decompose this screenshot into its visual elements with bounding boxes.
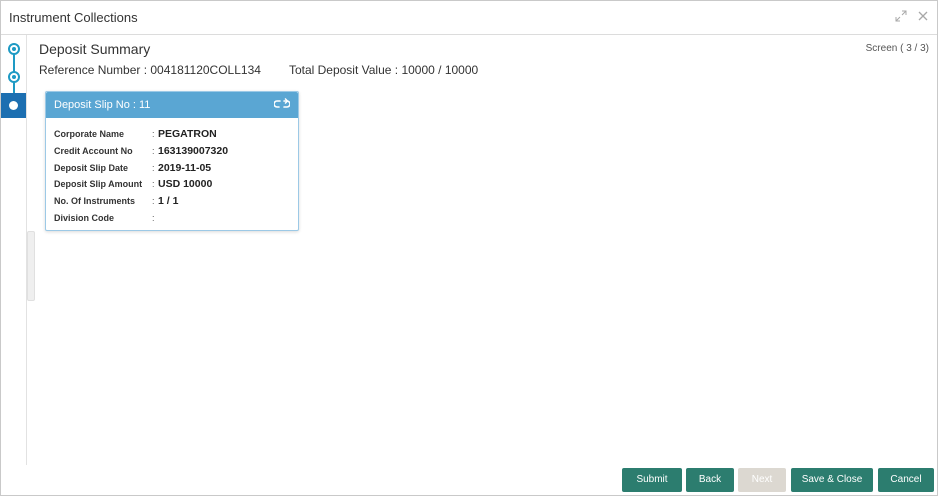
field-label: No. Of Instruments [54, 196, 136, 207]
step-1-indicator[interactable] [8, 43, 20, 55]
app-window: Instrument Collections Deposit Summary S… [0, 0, 938, 496]
field-value: USD 10000 [158, 178, 213, 191]
window-controls [895, 10, 929, 24]
field-label: Corporate Name [54, 129, 125, 140]
deposit-slip-number: Deposit Slip No : 11 [54, 99, 151, 111]
field-credit-account-no: Credit Account No : 163139007320 [54, 143, 298, 160]
action-bar: Submit Back Next Save & Close Cancel [2, 463, 938, 495]
field-no-of-instruments: No. Of Instruments : 1 / 1 [54, 193, 298, 210]
deposit-slip-header: Deposit Slip No : 11 [46, 92, 298, 118]
step-3-indicator-active[interactable] [1, 93, 26, 118]
panel-resize-handle[interactable] [27, 231, 35, 301]
field-deposit-slip-date: Deposit Slip Date : 2019-11-05 [54, 159, 298, 176]
next-button[interactable]: Next [738, 468, 786, 492]
window-title: Instrument Collections [9, 10, 138, 25]
field-deposit-slip-amount: Deposit Slip Amount : USD 10000 [54, 176, 298, 193]
step-2-indicator[interactable] [8, 71, 20, 83]
field-value: PEGATRON [158, 128, 217, 141]
field-division-code: Division Code : [54, 209, 298, 226]
back-button[interactable]: Back [686, 468, 734, 492]
deposit-slip-details: Corporate Name : PEGATRON Credit Account… [46, 118, 298, 226]
close-icon[interactable] [917, 10, 929, 24]
field-label: Deposit Slip Amount [54, 179, 143, 190]
cancel-button[interactable]: Cancel [878, 468, 934, 492]
field-corporate-name: Corporate Name : PEGATRON [54, 126, 298, 143]
submit-button[interactable]: Submit [622, 468, 682, 492]
field-label: Credit Account No [54, 146, 133, 157]
page-title: Deposit Summary [39, 41, 151, 57]
field-value: 2019-11-05 [158, 161, 212, 174]
step-navigator [1, 35, 27, 465]
field-separator: : [152, 212, 155, 223]
link-icon[interactable] [273, 97, 291, 111]
total-deposit-value: Total Deposit Value : 10000 / 10000 [288, 63, 479, 77]
field-label: Deposit Slip Date [54, 162, 129, 173]
field-value: 163139007320 [158, 145, 229, 158]
field-label: Division Code [54, 212, 115, 223]
deposit-slip-card[interactable]: Deposit Slip No : 11 Corporate Name : PE… [45, 91, 299, 231]
save-close-button[interactable]: Save & Close [791, 468, 873, 492]
title-bar: Instrument Collections [1, 1, 937, 35]
reference-number: Reference Number : 004181120COLL134 [39, 63, 261, 77]
summary-row: Reference Number : 004181120COLL134 Tota… [39, 63, 478, 77]
minimize-icon[interactable] [895, 10, 907, 24]
screen-indicator: Screen ( 3 / 3) [865, 43, 929, 54]
field-value: 1 / 1 [158, 195, 179, 208]
active-step-dot [9, 101, 18, 110]
